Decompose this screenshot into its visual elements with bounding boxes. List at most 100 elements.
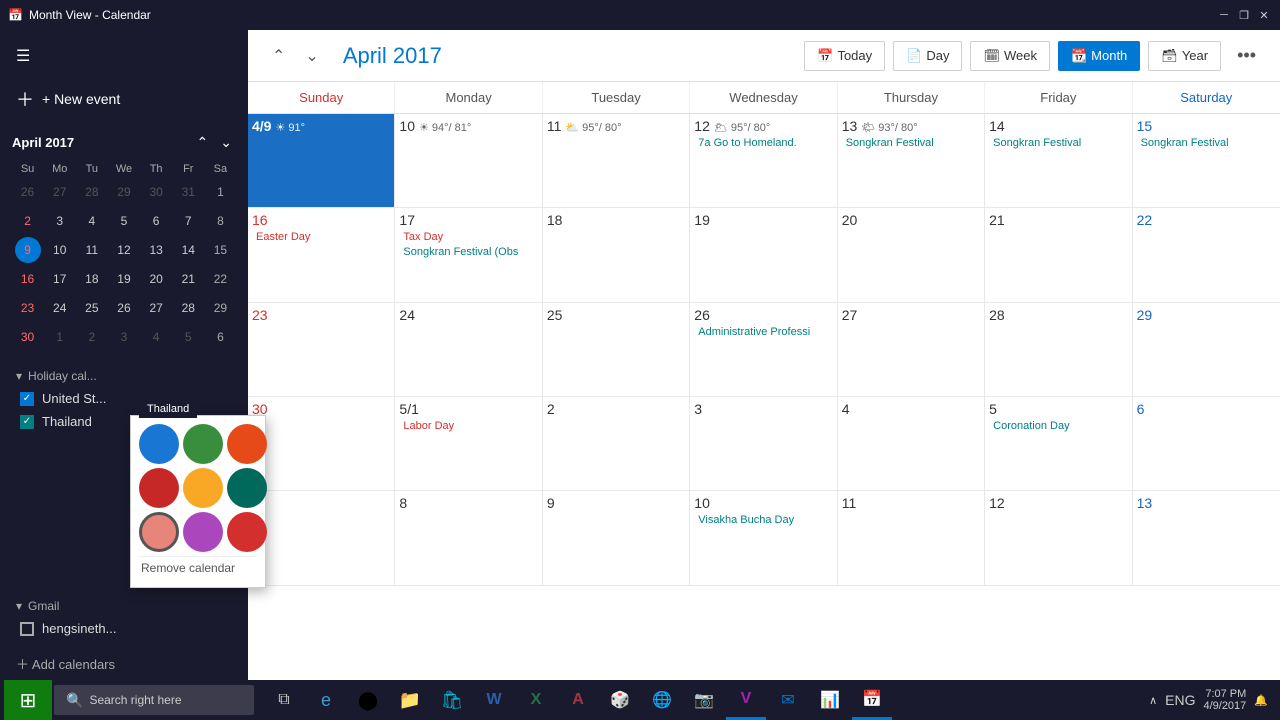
- event-labor-day[interactable]: Labor Day: [399, 419, 537, 433]
- cal-cell-may13[interactable]: 13: [1133, 491, 1280, 585]
- mini-day-16[interactable]: 16: [15, 266, 41, 292]
- cal-cell-may10[interactable]: 10 Visakha Bucha Day: [690, 491, 837, 585]
- holiday-cal-header[interactable]: ▾ Holiday cal...: [12, 365, 236, 387]
- mini-day-4[interactable]: 4: [79, 208, 105, 234]
- cal-cell-may2[interactable]: 2: [543, 397, 690, 491]
- week-view-button[interactable]: 🗓 Week: [970, 41, 1050, 71]
- app8-button[interactable]: 🎲: [600, 680, 640, 720]
- mini-day-27-mar[interactable]: 27: [47, 179, 73, 205]
- prev-month-button[interactable]: ⌃: [264, 42, 293, 70]
- mini-day-11[interactable]: 11: [79, 237, 105, 263]
- next-month-button[interactable]: ⌄: [297, 42, 326, 70]
- notification-icon[interactable]: 🔔: [1254, 694, 1268, 707]
- cal-cell-apr9[interactable]: 4/9 ☀ 91°: [248, 114, 395, 208]
- mini-day-18[interactable]: 18: [79, 266, 105, 292]
- app12-button[interactable]: 📊: [810, 680, 850, 720]
- gmail-header[interactable]: ▾ Gmail: [12, 595, 236, 617]
- color-swatch-blue[interactable]: [139, 424, 179, 464]
- today-button[interactable]: 📅 Today: [804, 41, 885, 71]
- day-view-button[interactable]: 📄 Day: [893, 41, 962, 71]
- cal-cell-may3[interactable]: 3: [690, 397, 837, 491]
- mini-day-5[interactable]: 5: [111, 208, 137, 234]
- explorer-button[interactable]: 📁: [390, 680, 430, 720]
- mini-day-27[interactable]: 27: [143, 295, 169, 321]
- event-visakha[interactable]: Visakha Bucha Day: [694, 513, 832, 527]
- cal-cell-apr18[interactable]: 18: [543, 208, 690, 302]
- cal-cell-apr25[interactable]: 25: [543, 303, 690, 397]
- cal-cell-apr16[interactable]: 16 Easter Day: [248, 208, 395, 302]
- mini-day-6[interactable]: 6: [143, 208, 169, 234]
- cal-cell-apr23[interactable]: 23: [248, 303, 395, 397]
- mini-day-12[interactable]: 12: [111, 237, 137, 263]
- language-icon[interactable]: ENG: [1165, 692, 1195, 708]
- cal-cell-apr19[interactable]: 19: [690, 208, 837, 302]
- mini-day-17[interactable]: 17: [47, 266, 73, 292]
- mini-cal-prev[interactable]: ⌃: [193, 132, 213, 153]
- mini-day-7[interactable]: 7: [175, 208, 201, 234]
- mini-cal-title[interactable]: April 2017: [12, 135, 74, 150]
- color-swatch-purple[interactable]: [183, 512, 223, 552]
- color-swatch-orange-red[interactable]: [227, 424, 267, 464]
- event-songkran-obs[interactable]: Songkran Festival (Obs: [399, 245, 537, 259]
- cal-cell-apr26[interactable]: 26 Administrative Professi: [690, 303, 837, 397]
- mini-day-9-today[interactable]: 9: [15, 237, 41, 263]
- event-coronation-day[interactable]: Coronation Day: [989, 419, 1127, 433]
- mini-day-24[interactable]: 24: [47, 295, 73, 321]
- cal-cell-apr29[interactable]: 29: [1133, 303, 1280, 397]
- mini-day-31-mar[interactable]: 31: [175, 179, 201, 205]
- cal-cell-may5[interactable]: 5 Coronation Day: [985, 397, 1132, 491]
- mini-cal-next[interactable]: ⌄: [216, 132, 236, 153]
- hamburger-button[interactable]: ☰: [16, 46, 30, 66]
- cal-cell-apr24[interactable]: 24: [395, 303, 542, 397]
- cal-cell-apr22[interactable]: 22: [1133, 208, 1280, 302]
- mini-day-10[interactable]: 10: [47, 237, 73, 263]
- chrome-button[interactable]: ⬤: [348, 680, 388, 720]
- cal-cell-may9[interactable]: 9: [543, 491, 690, 585]
- mini-day-15[interactable]: 15: [207, 237, 233, 263]
- month-view-button[interactable]: 📆 Month: [1058, 41, 1140, 71]
- word-button[interactable]: W: [474, 680, 514, 720]
- color-swatch-salmon-selected[interactable]: [139, 512, 179, 552]
- cal-cell-apr14[interactable]: 14 Songkran Festival: [985, 114, 1132, 208]
- cal-cell-may7[interactable]: 7: [248, 491, 395, 585]
- mini-day-30[interactable]: 30: [15, 324, 41, 350]
- hengsineth-item[interactable]: hengsineth...: [12, 617, 236, 640]
- start-button[interactable]: ⊞: [4, 680, 52, 720]
- mini-day-2[interactable]: 2: [15, 208, 41, 234]
- mini-day-6-may[interactable]: 6: [207, 324, 233, 350]
- event-admin-prof[interactable]: Administrative Professi: [694, 325, 832, 339]
- new-event-button[interactable]: ＋ + New event: [0, 78, 248, 120]
- cal-cell-may11[interactable]: 11: [838, 491, 985, 585]
- mini-day-14[interactable]: 14: [175, 237, 201, 263]
- mini-day-13[interactable]: 13: [143, 237, 169, 263]
- event-easter[interactable]: Easter Day: [252, 230, 390, 244]
- mini-day-1-may[interactable]: 1: [47, 324, 73, 350]
- calendar-tb-button[interactable]: 📅: [852, 680, 892, 720]
- mini-day-26[interactable]: 26: [111, 295, 137, 321]
- color-swatch-green[interactable]: [183, 424, 223, 464]
- app10-button[interactable]: 📷: [684, 680, 724, 720]
- edge-button[interactable]: e: [306, 680, 346, 720]
- access-button[interactable]: A: [558, 680, 598, 720]
- cal-cell-apr10[interactable]: 10 ☀ 94°/ 81°: [395, 114, 542, 208]
- mini-day-19[interactable]: 19: [111, 266, 137, 292]
- mini-day-29[interactable]: 29: [207, 295, 233, 321]
- cal-cell-may4[interactable]: 4: [838, 397, 985, 491]
- cal-cell-may1[interactable]: 5/1 Labor Day: [395, 397, 542, 491]
- restore-button[interactable]: ❐: [1236, 7, 1252, 23]
- taskview-button[interactable]: ⧉: [264, 680, 304, 720]
- mini-day-3-may[interactable]: 3: [111, 324, 137, 350]
- cal-cell-apr20[interactable]: 20: [838, 208, 985, 302]
- united-states-item[interactable]: ✓ United St...: [12, 387, 236, 410]
- mail-tb-button[interactable]: ✉: [768, 680, 808, 720]
- united-states-checkbox[interactable]: ✓: [20, 392, 34, 406]
- cal-cell-may8[interactable]: 8: [395, 491, 542, 585]
- remove-calendar-button[interactable]: Remove calendar: [139, 556, 257, 579]
- cal-cell-may12[interactable]: 12: [985, 491, 1132, 585]
- mini-day-20[interactable]: 20: [143, 266, 169, 292]
- mini-day-8[interactable]: 8: [207, 208, 233, 234]
- year-view-button[interactable]: 🗃 Year: [1148, 41, 1221, 71]
- event-tax-day[interactable]: Tax Day: [399, 230, 537, 244]
- thailand-checkbox[interactable]: ✓: [20, 415, 34, 429]
- mini-day-30-mar[interactable]: 30: [143, 179, 169, 205]
